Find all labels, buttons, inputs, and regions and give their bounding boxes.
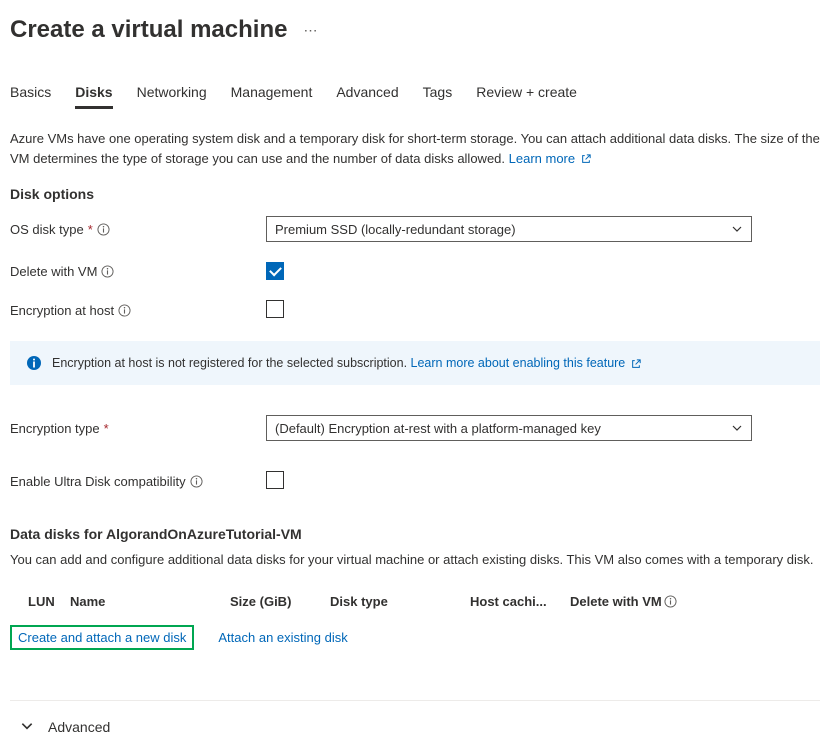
data-disks-heading: Data disks for AlgorandOnAzureTutorial-V…: [10, 526, 820, 542]
tab-description: Azure VMs have one operating system disk…: [10, 129, 820, 168]
chevron-down-icon: [731, 422, 743, 434]
tabs-container: Basics Disks Networking Management Advan…: [10, 84, 820, 109]
ultra-disk-checkbox[interactable]: [266, 471, 284, 489]
column-name: Name: [70, 594, 230, 609]
page-title: Create a virtual machine: [10, 16, 287, 44]
encryption-at-host-label: Encryption at host: [10, 303, 266, 318]
column-host-caching: Host cachi...: [470, 594, 570, 609]
tab-disks[interactable]: Disks: [75, 84, 112, 109]
info-icon[interactable]: [97, 223, 110, 236]
required-indicator: *: [88, 222, 93, 237]
external-link-icon: [631, 359, 641, 369]
encryption-type-label: Encryption type *: [10, 421, 266, 436]
tab-review-create[interactable]: Review + create: [476, 84, 577, 109]
encryption-type-value: (Default) Encryption at-rest with a plat…: [275, 421, 601, 436]
column-lun: LUN: [10, 594, 70, 609]
tab-advanced[interactable]: Advanced: [336, 84, 398, 109]
ultra-disk-label: Enable Ultra Disk compatibility: [10, 474, 266, 489]
column-delete-with-vm: Delete with VM: [570, 594, 710, 609]
tab-networking[interactable]: Networking: [137, 84, 207, 109]
external-link-icon: [581, 154, 591, 164]
os-disk-type-label: OS disk type *: [10, 222, 266, 237]
create-attach-disk-button[interactable]: Create and attach a new disk: [10, 625, 194, 650]
chevron-down-icon: [20, 719, 34, 736]
data-disks-description: You can add and configure additional dat…: [10, 550, 820, 570]
info-bar-link[interactable]: Learn more about enabling this feature: [411, 356, 641, 370]
attach-existing-disk-link[interactable]: Attach an existing disk: [218, 630, 347, 645]
more-actions-button[interactable]: ⋯: [303, 22, 318, 39]
description-text: Azure VMs have one operating system disk…: [10, 131, 820, 166]
tab-management[interactable]: Management: [231, 84, 313, 109]
learn-more-link[interactable]: Learn more: [509, 151, 591, 166]
info-icon[interactable]: [101, 265, 114, 278]
os-disk-type-value: Premium SSD (locally-redundant storage): [275, 222, 516, 237]
encryption-type-select[interactable]: (Default) Encryption at-rest with a plat…: [266, 415, 752, 441]
advanced-label: Advanced: [48, 719, 110, 735]
info-icon[interactable]: [118, 304, 131, 317]
tab-basics[interactable]: Basics: [10, 84, 51, 109]
column-size: Size (GiB): [230, 594, 330, 609]
info-icon: [26, 355, 42, 371]
required-indicator: *: [104, 421, 109, 436]
delete-with-vm-checkbox[interactable]: [266, 262, 284, 280]
delete-with-vm-label: Delete with VM: [10, 264, 266, 279]
info-icon[interactable]: [190, 475, 203, 488]
os-disk-type-select[interactable]: Premium SSD (locally-redundant storage): [266, 216, 752, 242]
data-disks-table-header: LUN Name Size (GiB) Disk type Host cachi…: [10, 588, 820, 615]
divider: [10, 700, 820, 701]
disk-options-heading: Disk options: [10, 186, 820, 202]
tab-tags[interactable]: Tags: [423, 84, 453, 109]
column-disk-type: Disk type: [330, 594, 470, 609]
info-bar-text: Encryption at host is not registered for…: [52, 356, 411, 370]
encryption-at-host-checkbox[interactable]: [266, 300, 284, 318]
info-bar: Encryption at host is not registered for…: [10, 341, 820, 385]
info-icon[interactable]: [664, 595, 677, 608]
chevron-down-icon: [731, 223, 743, 235]
